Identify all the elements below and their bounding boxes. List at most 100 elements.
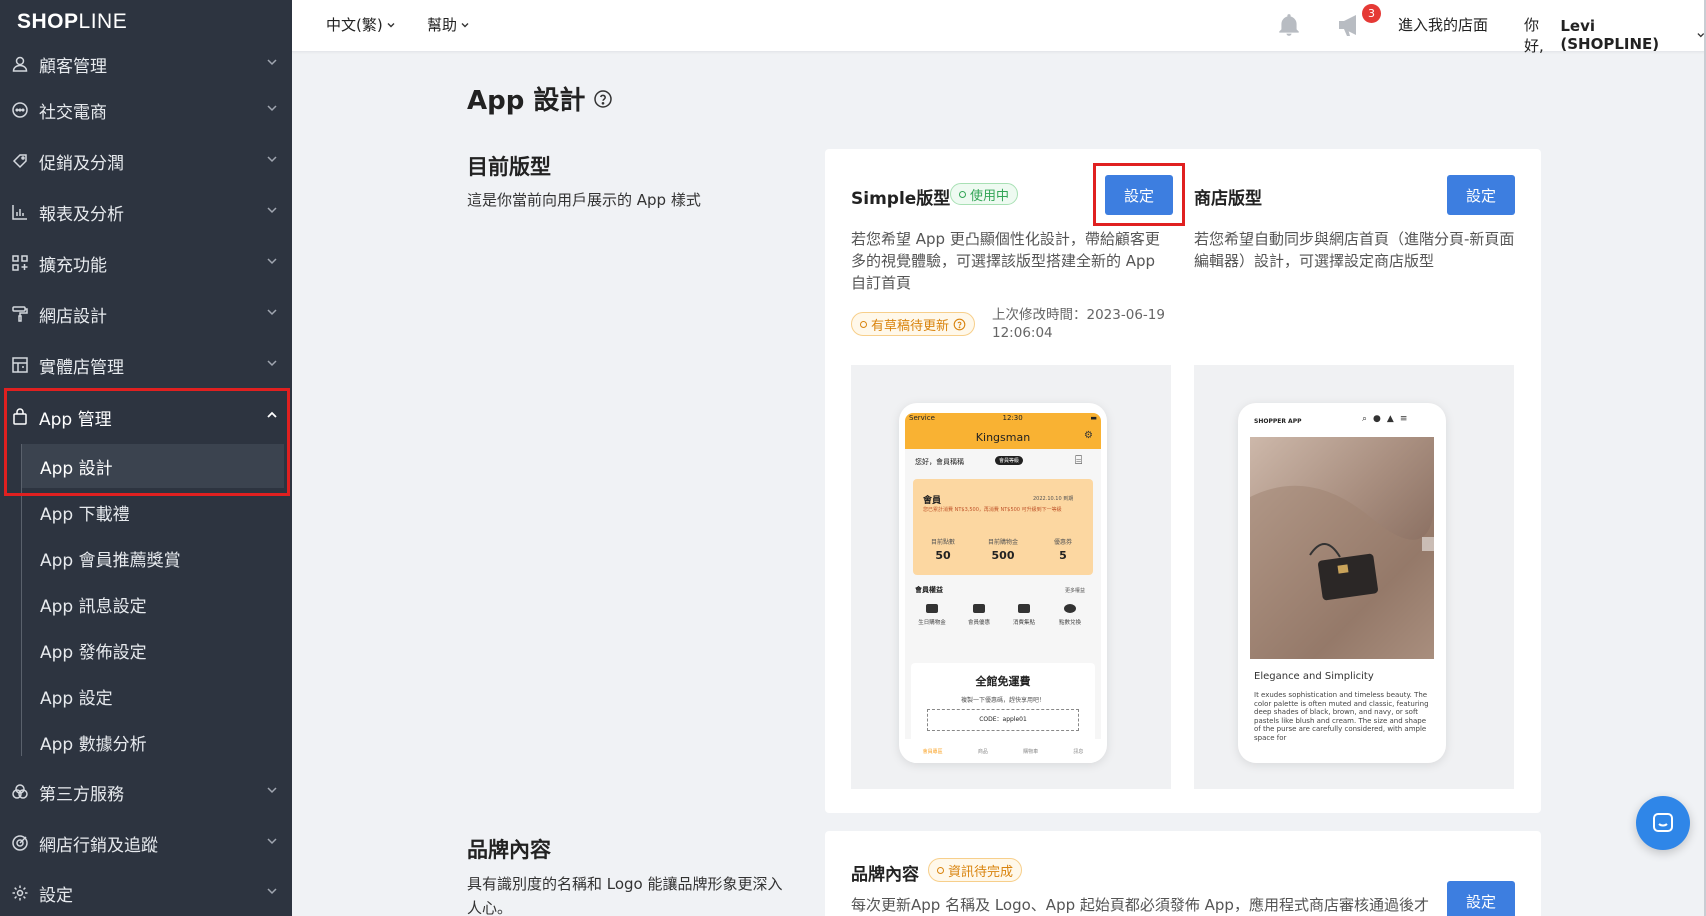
- chevron-down-icon: [267, 59, 277, 66]
- sidebar-item-retail-store[interactable]: 實體店管理: [0, 342, 292, 388]
- brand-card-description: 每次更新App 名稱及 Logo、App 起始頁都必須發佈 App，應用程式商店…: [851, 896, 1429, 914]
- coupon-code: CODE：apple01: [927, 709, 1079, 731]
- status-label: 資訊待完成: [948, 864, 1014, 880]
- shop-preview-body: It exudes sophistication and timeless be…: [1254, 691, 1429, 742]
- enter-store-link[interactable]: 進入我的店面: [1398, 14, 1488, 35]
- page-title: App 設計: [467, 80, 613, 117]
- help-dropdown[interactable]: 幫助: [427, 14, 470, 35]
- chevron-down-icon: [387, 22, 395, 27]
- live-chat-button[interactable]: [1636, 796, 1690, 850]
- chevron-down-icon: [267, 207, 277, 214]
- points-stat: 目前點數 50: [921, 537, 965, 562]
- sidebar-item-store-design[interactable]: 網店設計: [0, 291, 292, 337]
- level-tag: 會員等級: [995, 456, 1024, 465]
- coupon-title: 全館免運費: [975, 675, 1031, 688]
- tag-icon: [10, 151, 30, 171]
- sidebar-item-marketing-tracking[interactable]: 網店行銷及追蹤: [0, 820, 292, 866]
- gear-icon: [10, 883, 30, 903]
- last-modified-date: 上次修改時間：2023-06-19: [992, 307, 1165, 323]
- store-template-preview: SHOPPER APP ⌕●▲≡ Elegance and Simplicity…: [1194, 365, 1514, 789]
- phone-mockup: Service 12:30 ▬ Kingsman ⚙ 您好，會員稱稱 會員等級 ⌸ …: [899, 403, 1107, 763]
- sidebar-item-label: 顧客管理: [39, 56, 107, 77]
- status-bar: Service 12:30 ▬: [909, 414, 1097, 422]
- member-level: 會員: [923, 496, 942, 506]
- paint-roller-icon: [10, 304, 30, 324]
- chevron-down-icon: [267, 360, 277, 367]
- credit-stat: 目前購物金 500: [981, 537, 1025, 562]
- user-name: Levi (SHOPLINE): [1560, 17, 1660, 53]
- sidebar-item-promotions[interactable]: 促銷及分潤: [0, 138, 292, 184]
- question-circle-icon[interactable]: [593, 89, 613, 109]
- sidebar-item-extensions[interactable]: 擴充功能: [0, 240, 292, 286]
- stat-label: 目前點數: [930, 539, 955, 546]
- shopline-logo[interactable]: SHOPLINE: [17, 10, 127, 34]
- chevron-down-icon: [267, 258, 277, 265]
- language-label: 中文(繁): [326, 16, 383, 34]
- perk-label: 消費集點: [1012, 620, 1035, 626]
- product-hero-image: [1250, 437, 1436, 659]
- brand-card-title: 品牌內容: [851, 865, 919, 885]
- member-expiry: 2022.10.10 到期: [1033, 496, 1074, 502]
- sidebar-item-label: 擴充功能: [39, 255, 107, 276]
- coupon-stat: 優惠券 5: [1041, 537, 1085, 562]
- app-body: 您好，會員稱稱 會員等級 ⌸ 會員 2022.10.10 到期 您已累計消費 N…: [905, 449, 1101, 763]
- carrier-label: Service: [909, 414, 935, 422]
- circles-icon: [10, 782, 30, 802]
- sidebar-item-social-commerce[interactable]: 社交電商: [0, 87, 292, 133]
- simple-template-description: 若您希望 App 更凸顯個性化設計，帶給顧客更多的視覺體驗，可選擇該版型搭建全新…: [851, 230, 1160, 292]
- sidebar-item-label: 促銷及分潤: [39, 153, 124, 174]
- chevron-down-icon: [461, 22, 469, 27]
- help-label: 幫助: [427, 16, 458, 34]
- sidebar-item-reports[interactable]: 報表及分析: [0, 189, 292, 235]
- template-card: Simple版型 使用中 設定 若您希望 App 更凸顯個性化設計，帶給顧客更多…: [825, 149, 1541, 813]
- simple-template-preview: Service 12:30 ▬ Kingsman ⚙ 您好，會員稱稱 會員等級 ⌸ …: [851, 365, 1171, 789]
- chevron-down-icon: [267, 787, 277, 794]
- stat-value: 5: [1059, 549, 1067, 562]
- store-template-settings-button[interactable]: 設定: [1447, 175, 1515, 215]
- user-menu[interactable]: 你好, Levi (SHOPLINE): [1524, 14, 1706, 56]
- sidebar-subitem-app-referral[interactable]: App 會員推薦獎賞: [22, 536, 284, 580]
- tab-member: 會員專區: [922, 748, 943, 755]
- chevron-down-icon: [267, 888, 277, 895]
- store-template-title: 商店版型: [1194, 189, 1262, 209]
- last-modified-time: 12:06:04: [992, 325, 1053, 341]
- coupon-subtitle: 複製一下優惠碼，趕快享用吧！: [960, 697, 1045, 704]
- benefits-more-link: 更多權益: [1065, 588, 1086, 594]
- sidebar-item-customers[interactable]: 顧客管理: [0, 41, 292, 87]
- status-badge: 使用中: [950, 183, 1019, 205]
- sidebar-subitem-app-download-gift[interactable]: App 下載禮: [22, 490, 284, 534]
- app-brand-name: Kingsman: [975, 431, 1031, 444]
- draft-pending-badge[interactable]: 有草稿待更新: [851, 312, 976, 336]
- chevron-down-icon: [267, 105, 277, 112]
- perk-item: 會員優惠: [962, 604, 996, 626]
- page-title-text: App 設計: [467, 86, 586, 116]
- stat-label: 優惠券: [1053, 539, 1072, 546]
- sidebar-item-settings[interactable]: 設定: [0, 870, 292, 916]
- sidebar-item-label: 社交電商: [39, 102, 107, 123]
- perk-label: 生日購物金: [918, 620, 946, 626]
- sidebar-subitem-app-messages[interactable]: App 訊息設定: [22, 582, 284, 626]
- draft-pending-label: 有草稿待更新: [871, 318, 950, 334]
- app-header: Service 12:30 ▬ Kingsman ⚙: [905, 413, 1101, 449]
- highlight-frame: [4, 388, 290, 496]
- shop-app-name: SHOPPER APP: [1254, 418, 1302, 425]
- sidebar-item-label: 第三方服務: [39, 784, 124, 805]
- sidebar-item-third-party[interactable]: 第三方服務: [0, 769, 292, 815]
- language-dropdown[interactable]: 中文(繁): [326, 14, 396, 35]
- user-icon: [10, 54, 30, 74]
- tab-products: 商品: [977, 748, 988, 755]
- question-circle-icon: [953, 318, 966, 330]
- clock-label: 12:30: [1002, 414, 1023, 422]
- sidebar-subitem-app-publish[interactable]: App 發佈設定: [22, 628, 284, 672]
- benefits-title: 會員權益: [915, 586, 943, 594]
- store-template-description: 若您希望自動同步與網店首頁（進階分頁-新頁面編輯器）設計，可選擇設定商店版型: [1194, 230, 1515, 270]
- sidebar-item-label: 報表及分析: [39, 204, 124, 225]
- member-progress-note: 您已累計消費 NT$3,500，再消費 NT$500 可升級到下一等級: [923, 507, 1062, 513]
- perk-item: 點數兌換: [1053, 604, 1087, 626]
- sidebar-subitem-app-settings[interactable]: App 設定: [22, 674, 284, 718]
- apps-grid-icon: [10, 253, 30, 273]
- brand-settings-button[interactable]: 設定: [1447, 881, 1515, 916]
- status-dot-icon: [937, 866, 944, 874]
- bell-icon[interactable]: [1276, 12, 1302, 42]
- sidebar-subitem-app-analytics[interactable]: App 數據分析: [22, 720, 284, 764]
